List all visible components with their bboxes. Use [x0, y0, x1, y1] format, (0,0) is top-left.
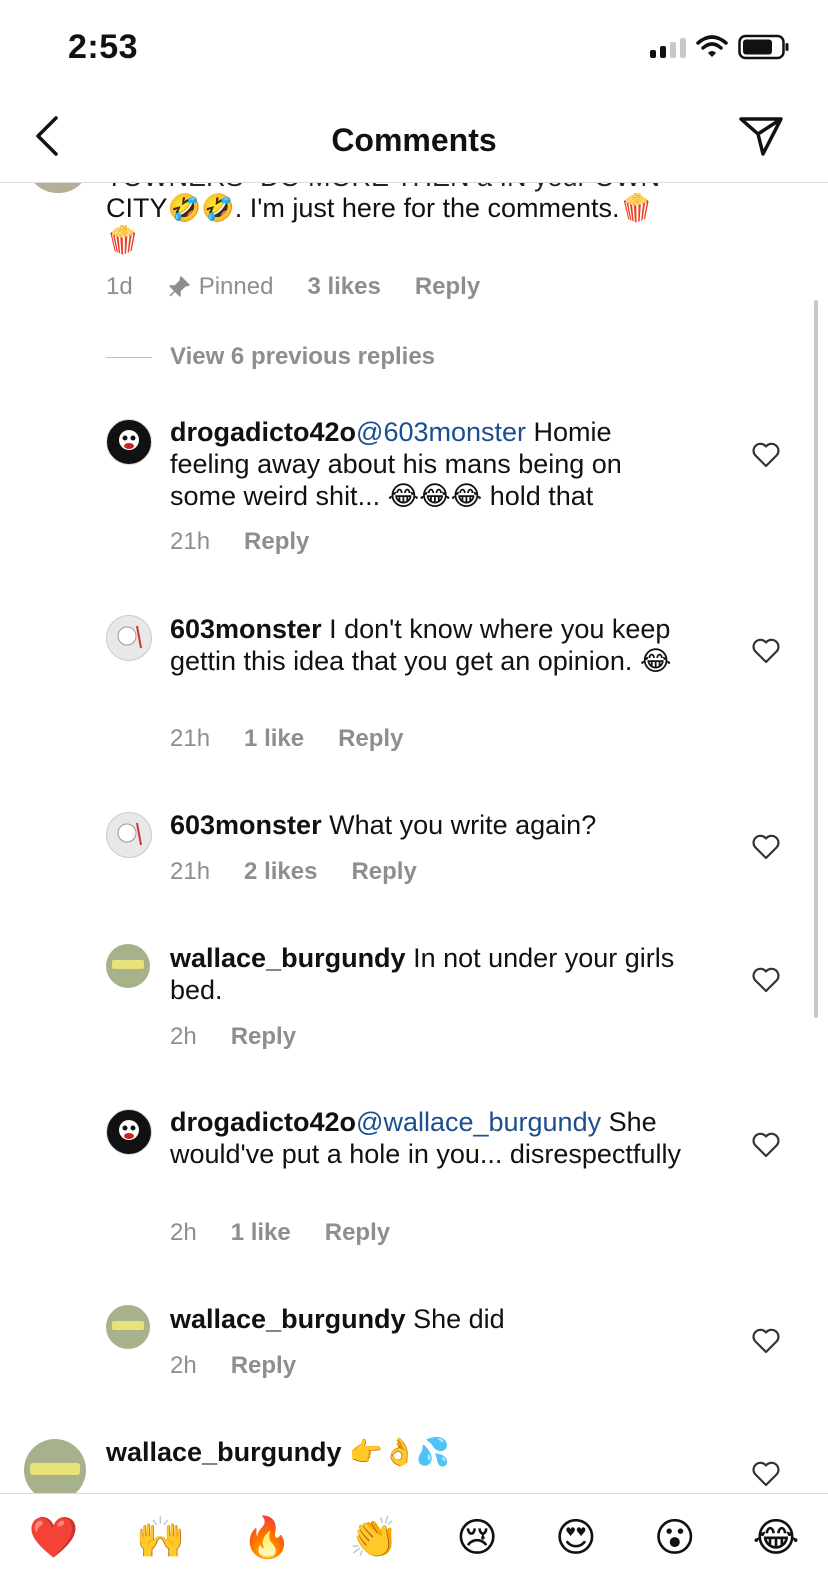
- heart-icon[interactable]: [752, 1328, 780, 1354]
- comment-text: CITY🤣🤣. I'm just here for the comments.🍿: [106, 193, 654, 223]
- emoji-surprised[interactable]: 😮: [654, 1518, 696, 1558]
- comment-time: 1d: [106, 273, 133, 300]
- emoji-heart-eyes[interactable]: 😍: [555, 1518, 597, 1558]
- heart-icon[interactable]: [752, 967, 780, 993]
- reply-button[interactable]: Reply: [244, 528, 309, 556]
- cellular-signal-icon: [650, 36, 686, 58]
- comment-text: drogadicto42o@wallace_burgundy She would…: [170, 1107, 681, 1169]
- comment-text: 603monster What you write again?: [170, 810, 597, 840]
- heart-icon[interactable]: [752, 1132, 780, 1158]
- comment-meta: 1d Pinned 3 likes Reply: [106, 273, 480, 301]
- avatar[interactable]: [106, 812, 152, 858]
- paper-plane-icon[interactable]: [738, 114, 784, 158]
- emoji-laughing[interactable]: 😂: [753, 1518, 800, 1558]
- status-bar: 2:53: [0, 0, 828, 96]
- comments-list[interactable]: TOWNERS- DO MORE THEN a IN your OWN CITY…: [0, 183, 828, 1493]
- avatar[interactable]: [106, 944, 150, 988]
- likes-count[interactable]: 2 likes: [244, 858, 317, 886]
- comment-meta: 2h Reply: [170, 1023, 296, 1051]
- comments-header: Comments: [0, 96, 828, 183]
- comment-text: wallace_burgundy She did: [170, 1304, 505, 1334]
- comment-meta: 2h Reply: [170, 1352, 296, 1380]
- comment-time: 2h: [170, 1352, 197, 1379]
- wifi-icon: [696, 35, 728, 57]
- status-time: 2:53: [68, 28, 139, 66]
- username[interactable]: wallace_burgundy: [170, 1304, 406, 1334]
- username[interactable]: drogadicto42o: [170, 1107, 356, 1137]
- comment-meta: 21h 2 likes Reply: [170, 858, 417, 886]
- reply-button[interactable]: Reply: [415, 273, 480, 301]
- pin-icon: [168, 276, 190, 297]
- reply-button[interactable]: Reply: [231, 1352, 296, 1380]
- heart-icon[interactable]: [752, 442, 780, 468]
- avatar[interactable]: [106, 419, 152, 465]
- comment-time: 21h: [170, 528, 211, 555]
- comment-time: 2h: [170, 1023, 197, 1050]
- avatar[interactable]: [106, 1109, 152, 1155]
- comment-text: wallace_burgundy In not under your girls…: [170, 943, 675, 1005]
- likes-count[interactable]: 3 likes: [307, 273, 380, 301]
- avatar[interactable]: [30, 183, 86, 193]
- page-title: Comments: [331, 122, 497, 158]
- status-icons: [650, 34, 790, 60]
- username[interactable]: wallace_burgundy: [170, 943, 406, 973]
- heart-icon[interactable]: [752, 1461, 780, 1487]
- divider: [106, 356, 152, 358]
- avatar[interactable]: [106, 1305, 150, 1349]
- heart-icon[interactable]: [752, 638, 780, 664]
- emoji-raised-hands[interactable]: 🙌: [135, 1518, 185, 1558]
- heart-icon[interactable]: [752, 834, 780, 860]
- emoji-quick-bar: ❤️ 🙌 🔥 👏 😢 😍 😮 😂: [0, 1493, 828, 1581]
- username[interactable]: wallace_burgundy: [106, 1437, 342, 1467]
- scrollbar[interactable]: [814, 300, 818, 1018]
- comment-text: 603monster I don't know where you keep g…: [170, 614, 672, 676]
- reply-button[interactable]: Reply: [338, 725, 403, 753]
- reply-button[interactable]: Reply: [325, 1219, 390, 1247]
- comment-text: drogadicto42o@603monster Homie feeling a…: [170, 417, 622, 511]
- comment-time: 2h: [170, 1219, 197, 1246]
- likes-count[interactable]: 1 like: [231, 1219, 291, 1247]
- avatar[interactable]: [24, 1439, 86, 1493]
- likes-count[interactable]: 1 like: [244, 725, 304, 753]
- reply-button[interactable]: Reply: [231, 1023, 296, 1051]
- emoji-clap[interactable]: 👏: [349, 1518, 399, 1558]
- username[interactable]: drogadicto42o: [170, 417, 356, 447]
- mention[interactable]: @wallace_burgundy: [356, 1107, 601, 1137]
- username[interactable]: 603monster: [170, 614, 322, 644]
- battery-icon: [738, 34, 789, 60]
- view-previous-replies[interactable]: View 6 previous replies: [106, 343, 435, 371]
- avatar[interactable]: [106, 615, 152, 661]
- comment-time: 21h: [170, 858, 211, 885]
- emoji-heart[interactable]: ❤️: [29, 1518, 79, 1558]
- comment-meta: 2h 1 like Reply: [170, 1219, 390, 1247]
- comment-meta: 21h Reply: [170, 528, 309, 556]
- reply-button[interactable]: Reply: [351, 858, 416, 886]
- username[interactable]: 603monster: [170, 810, 322, 840]
- comment-time: 21h: [170, 725, 211, 752]
- pinned-label: Pinned: [167, 273, 273, 301]
- comment-text: wallace_burgundy 👉👌💦: [106, 1437, 450, 1467]
- comment-text-line3: 🍿: [106, 225, 140, 255]
- emoji-crying[interactable]: 😢: [456, 1518, 498, 1558]
- comment-meta: 21h 1 like Reply: [170, 725, 403, 753]
- mention[interactable]: @603monster: [356, 417, 526, 447]
- emoji-fire[interactable]: 🔥: [242, 1518, 292, 1558]
